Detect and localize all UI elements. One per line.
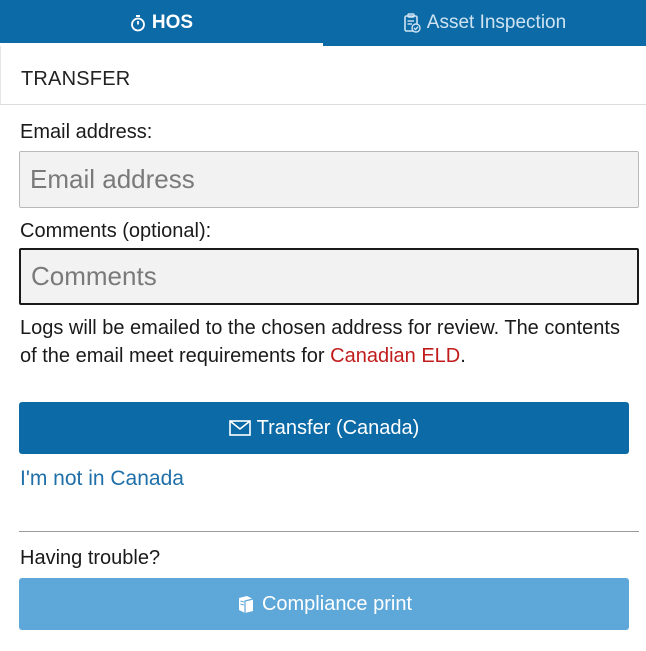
tab-hos-label: HOS [151, 12, 194, 33]
transfer-canada-button[interactable]: Transfer (Canada) [19, 402, 629, 454]
transfer-info-text: Logs will be emailed to the chosen addre… [20, 314, 630, 370]
transfer-canada-label: Transfer (Canada) [256, 416, 420, 439]
tab-asset-inspection-label: Asset Inspection [426, 12, 567, 33]
page-header: TRANSFER [0, 46, 646, 105]
email-field[interactable] [19, 151, 639, 208]
compliance-print-label: Compliance print [261, 592, 413, 615]
comments-label: Comments (optional): [20, 220, 212, 242]
divider [19, 531, 639, 532]
envelope-icon [228, 420, 251, 436]
top-tab-bar: HOS Asset Inspection [0, 0, 646, 46]
stopwatch-icon [130, 14, 146, 32]
info-text: Logs will be emailed to the chosen addre… [20, 317, 620, 367]
tab-asset-inspection[interactable]: Asset Inspection [323, 0, 646, 46]
not-in-canada-link[interactable]: I'm not in Canada [20, 467, 184, 491]
tab-hos[interactable]: HOS [0, 0, 323, 46]
email-label: Email address: [20, 121, 153, 143]
clipboard-check-icon [403, 13, 421, 33]
page-title: TRANSFER [21, 68, 131, 90]
info-text-end: . [460, 345, 466, 367]
canadian-eld-highlight: Canadian ELD [330, 345, 461, 367]
having-trouble-label: Having trouble? [20, 547, 161, 569]
book-icon [236, 594, 256, 614]
compliance-print-button[interactable]: Compliance print [19, 578, 629, 630]
comments-field[interactable] [19, 248, 639, 305]
